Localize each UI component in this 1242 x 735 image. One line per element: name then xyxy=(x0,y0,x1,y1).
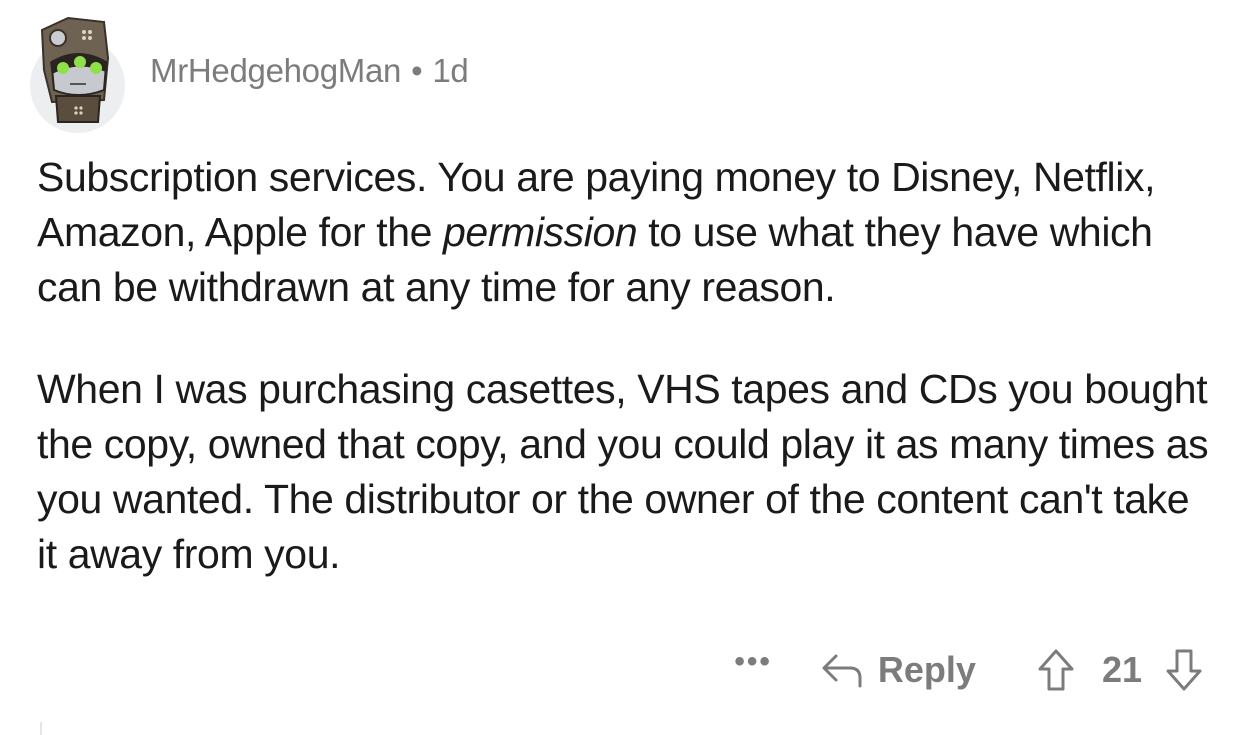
upvote-arrow-icon[interactable] xyxy=(1036,647,1076,693)
comment-body: Subscription services. You are paying mo… xyxy=(37,150,1217,629)
downvote-arrow-icon[interactable] xyxy=(1164,647,1204,693)
comment: MrHedgehogMan • 1d Subscription services. … xyxy=(0,0,1242,735)
comment-header xyxy=(28,10,128,133)
comment-age: 1d xyxy=(432,52,469,89)
avatar[interactable] xyxy=(28,10,128,133)
author-name[interactable]: MrHedgehogMan xyxy=(150,52,401,89)
reply-button[interactable]: Reply xyxy=(820,649,976,691)
comment-paragraph: Subscription services. You are paying mo… xyxy=(37,150,1217,315)
comment-meta: MrHedgehogMan • 1d xyxy=(150,52,469,90)
more-icon[interactable]: ••• xyxy=(734,645,772,679)
reply-arrow-icon xyxy=(822,654,862,688)
vote-score: 21 xyxy=(1101,649,1142,690)
emphasized-text: permission xyxy=(443,209,638,255)
comment-paragraph: When I was purchasing casettes, VHS tape… xyxy=(37,366,1209,577)
vote-controls: 21 xyxy=(1036,647,1204,693)
robot-avatar-icon xyxy=(40,16,110,123)
thread-line[interactable] xyxy=(40,722,42,735)
reply-label: Reply xyxy=(877,649,976,690)
comment-actions: ••• Reply 21 xyxy=(734,640,1204,700)
meta-separator: • xyxy=(411,52,423,89)
